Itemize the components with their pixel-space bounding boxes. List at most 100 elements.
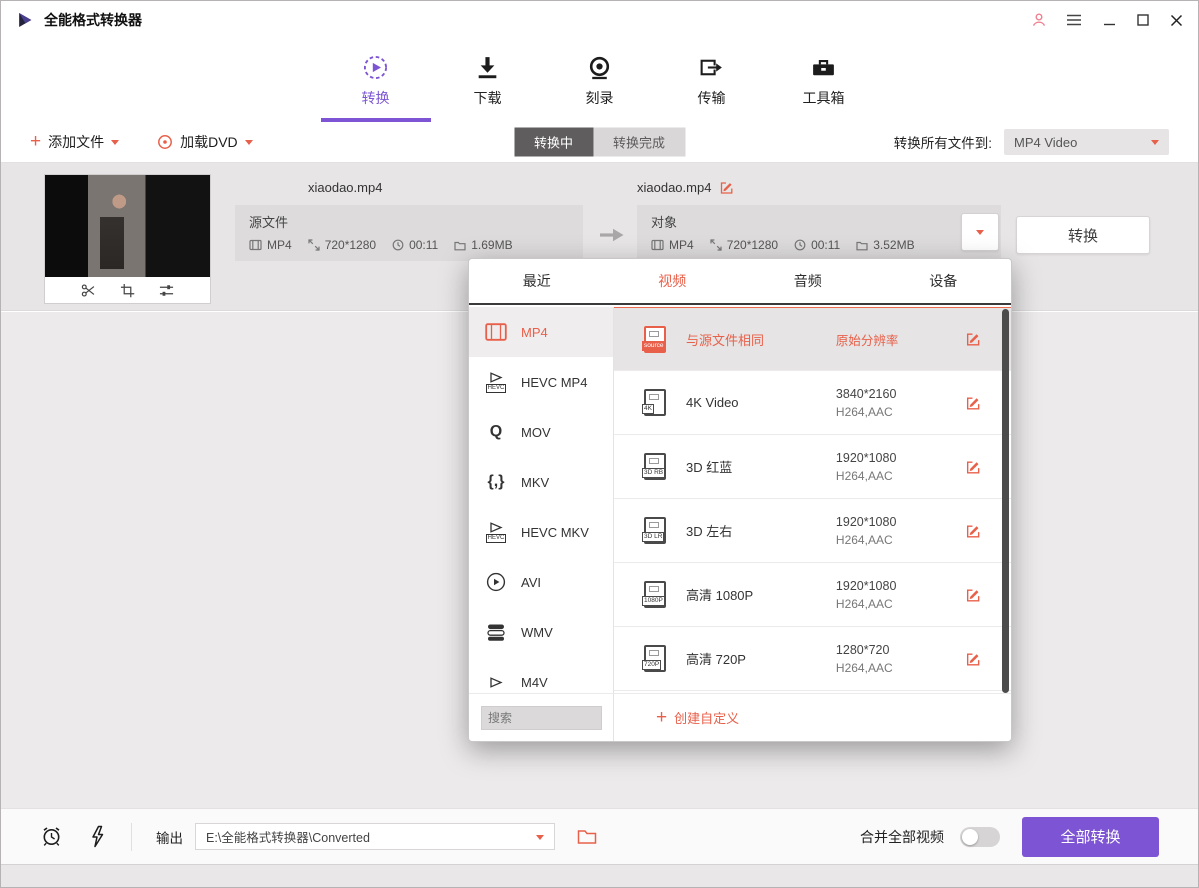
- minimize-button[interactable]: [1103, 14, 1116, 27]
- preset-hd-720p[interactable]: 720P 高清 720P 1280*720H264,AAC: [614, 627, 1011, 691]
- bottom-bar: 输出 E:\全能格式转换器\Converted 合并全部视频 全部转换: [0, 808, 1199, 864]
- merge-videos-label: 合并全部视频: [860, 827, 944, 847]
- chevron-down-icon: [1151, 140, 1159, 149]
- video-file-icon: 4K: [644, 389, 666, 416]
- thumbnail-image: [45, 175, 210, 277]
- nav-burn-label: 刻录: [586, 88, 614, 108]
- mkv-braces-icon: {,}: [483, 473, 509, 491]
- size-folder-icon: [454, 240, 466, 251]
- format-item-mkv[interactable]: {,} MKV: [469, 457, 613, 507]
- target-section-label: 对象: [651, 212, 987, 231]
- maximize-button[interactable]: [1137, 14, 1149, 26]
- convert-file-button[interactable]: 转换: [1016, 216, 1150, 254]
- add-file-button[interactable]: + 添加文件: [30, 132, 119, 152]
- source-info-box: 源文件 MP4 720*1280 00:11 1.69MB: [235, 205, 583, 261]
- resolution-icon: [710, 239, 722, 251]
- tab-audio[interactable]: 音频: [740, 259, 876, 303]
- preset-3d-red-blue[interactable]: 3D RB 3D 红蓝 1920*1080H264,AAC: [614, 435, 1011, 499]
- user-account-icon[interactable]: [1031, 12, 1047, 28]
- duration-clock-icon: [794, 239, 806, 251]
- output-path-combo[interactable]: E:\全能格式转换器\Converted: [195, 823, 555, 850]
- format-panel-footer: + 创建自定义: [469, 693, 1011, 741]
- nav-burn[interactable]: 刻录: [567, 40, 633, 122]
- nav-download[interactable]: 下载: [455, 40, 521, 122]
- search-input[interactable]: [481, 706, 602, 730]
- video-file-icon: 720P: [644, 645, 666, 672]
- format-film-icon: [651, 239, 664, 251]
- nav-transfer[interactable]: 传输: [679, 40, 745, 122]
- output-path-value: E:\全能格式转换器\Converted: [206, 827, 370, 846]
- trim-scissors-icon[interactable]: [81, 283, 96, 298]
- target-filename: xiaodao.mp4: [637, 180, 711, 195]
- duration-clock-icon: [392, 239, 404, 251]
- tab-converting[interactable]: 转换中: [514, 128, 593, 157]
- nav-convert[interactable]: 转换: [343, 40, 409, 122]
- chevron-down-icon: [245, 140, 253, 149]
- convert-all-button[interactable]: 全部转换: [1022, 817, 1159, 857]
- edit-preset-icon[interactable]: [965, 523, 981, 539]
- preset-same-as-source[interactable]: source 与源文件相同 原始分辨率: [614, 307, 1011, 371]
- format-film-icon: [249, 239, 262, 251]
- resolution-icon: [308, 239, 320, 251]
- tab-video[interactable]: 视频: [605, 259, 741, 303]
- hevc-play-icon: HEVC: [483, 522, 509, 543]
- effects-sliders-icon[interactable]: [159, 283, 174, 298]
- preset-3d-left-right[interactable]: 3D LR 3D 左右 1920*1080H264,AAC: [614, 499, 1011, 563]
- close-button[interactable]: [1170, 14, 1183, 27]
- source-filename: xiaodao.mp4: [308, 180, 382, 195]
- tab-finished[interactable]: 转换完成: [593, 128, 685, 157]
- preset-hd-1080p[interactable]: 1080P 高清 1080P 1920*1080H264,AAC: [614, 563, 1011, 627]
- plus-icon: +: [30, 135, 41, 149]
- toggle-knob: [962, 829, 978, 845]
- chevron-down-icon: [976, 230, 984, 239]
- edit-preset-icon[interactable]: [965, 459, 981, 475]
- convert-icon: [362, 54, 389, 81]
- format-item-hevc-mp4[interactable]: HEVC HEVC MP4: [469, 357, 613, 407]
- format-item-mov[interactable]: Q MOV: [469, 407, 613, 457]
- merge-toggle[interactable]: [960, 827, 1000, 847]
- source-file-icon: source: [644, 326, 666, 353]
- format-item-wmv[interactable]: WMV: [469, 607, 613, 657]
- crop-icon[interactable]: [120, 283, 135, 298]
- high-speed-lightning-icon[interactable]: [89, 825, 105, 848]
- plus-icon: +: [656, 711, 667, 725]
- nav-toolbox[interactable]: 工具箱: [791, 40, 857, 122]
- nav-transfer-label: 传输: [698, 88, 726, 108]
- top-navigation: 转换 下载 刻录 传输 工具箱: [0, 40, 1199, 122]
- preset-4k-video[interactable]: 4K 4K Video 3840*2160H264,AAC: [614, 371, 1011, 435]
- format-item-avi[interactable]: AVI: [469, 557, 613, 607]
- tab-recent[interactable]: 最近: [469, 259, 605, 303]
- menu-icon[interactable]: [1066, 13, 1082, 27]
- scrollbar[interactable]: [1002, 309, 1009, 693]
- format-item-m4v[interactable]: M4V: [469, 657, 613, 693]
- edit-preset-icon[interactable]: [965, 395, 981, 411]
- create-custom-button[interactable]: + 创建自定义: [656, 708, 739, 727]
- output-format-dropdown[interactable]: MP4 Video: [1004, 129, 1169, 155]
- tab-device[interactable]: 设备: [876, 259, 1012, 303]
- schedule-clock-icon[interactable]: [40, 825, 63, 848]
- format-item-mp4[interactable]: MP4: [469, 307, 613, 357]
- nav-download-label: 下载: [474, 88, 502, 108]
- load-dvd-button[interactable]: 加载DVD: [157, 132, 253, 152]
- convert-direction-arrow-icon: [598, 227, 625, 243]
- format-picker-panel: 最近 视频 音频 设备 MP4 HEVC HEVC MP4 Q MOV: [468, 258, 1012, 742]
- app-logo-icon: [16, 11, 34, 29]
- edit-filename-icon[interactable]: [719, 180, 734, 195]
- burn-disc-icon: [586, 54, 613, 81]
- download-icon: [474, 54, 501, 81]
- open-folder-icon[interactable]: [577, 828, 597, 845]
- chevron-down-icon: [111, 140, 119, 149]
- video-file-icon: 3D LR: [644, 517, 666, 544]
- toolbar: + 添加文件 加载DVD 转换中 转换完成 转换所有文件到: MP4 Video: [0, 122, 1199, 163]
- transfer-icon: [698, 54, 725, 81]
- edit-preset-icon[interactable]: [965, 587, 981, 603]
- output-label: 输出: [156, 827, 183, 847]
- target-info-box: 对象 MP4 720*1280 00:11 3.52MB: [637, 205, 1001, 261]
- preset-list: source 与源文件相同 原始分辨率 4K 4K Video 3840*216…: [614, 307, 1011, 693]
- target-format-dropdown-button[interactable]: [961, 213, 999, 251]
- edit-preset-icon[interactable]: [965, 651, 981, 667]
- format-item-hevc-mkv[interactable]: HEVC HEVC MKV: [469, 507, 613, 557]
- queue-tabs: 转换中 转换完成: [514, 128, 685, 157]
- quicktime-q-icon: Q: [483, 423, 509, 441]
- edit-preset-icon[interactable]: [965, 331, 981, 347]
